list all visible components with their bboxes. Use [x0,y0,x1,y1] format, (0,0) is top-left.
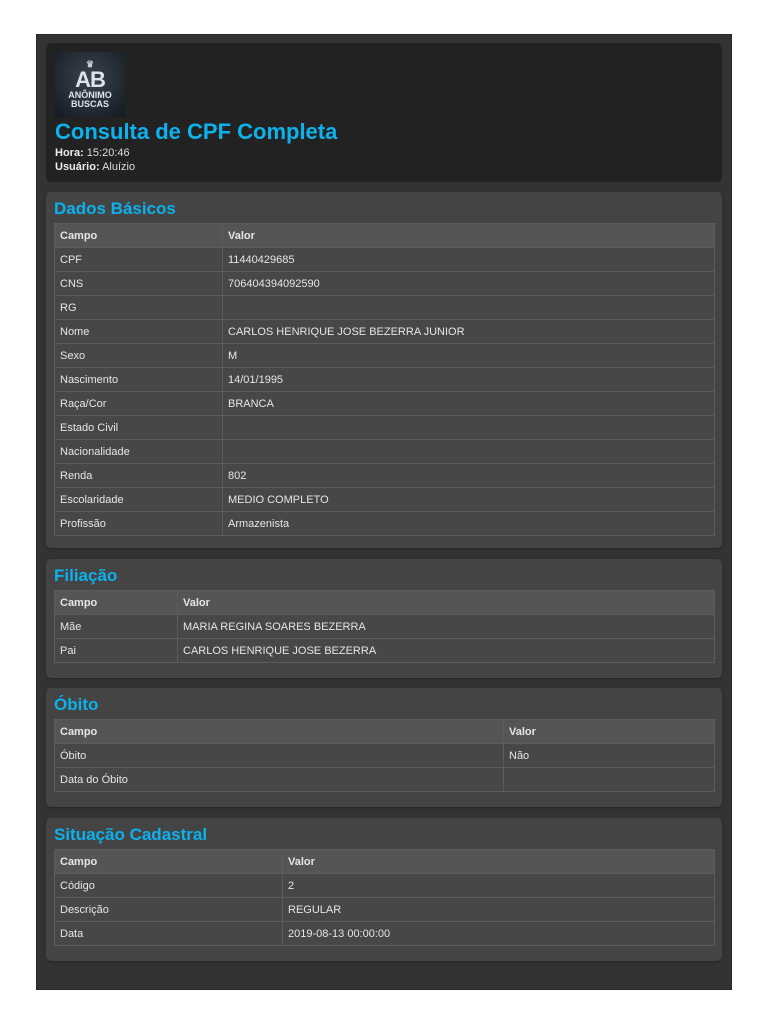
field-cell: Profissão [54,511,223,536]
field-cell: Mãe [54,614,178,639]
user-row: Usuário: Aluízio [55,161,135,173]
field-cell: Pai [54,638,178,663]
column-header: Valor [222,223,715,248]
column-header: Campo [54,849,283,874]
column-header: Campo [54,223,223,248]
logo-monogram: AB [75,67,106,92]
page-title: Consulta de CPF Completa [55,119,338,144]
table-row: Código 2 [54,873,715,898]
obito-table: Campo Valor Óbito Não Data do Óbito [54,719,715,792]
field-cell: Descrição [54,897,283,922]
column-header: Valor [282,849,715,874]
section-title: Dados Básicos [54,199,176,218]
report-page: ♛ AB ANÔNIMO BUSCAS Consulta de CPF Comp… [36,34,732,990]
table-header-row: Campo Valor [54,223,715,248]
value-cell: 802 [222,463,715,488]
user-label: Usuário: [55,161,100,173]
time-row: Hora: 15:20:46 [55,147,130,159]
field-cell: Código [54,873,283,898]
column-header: Valor [503,719,715,744]
value-cell: 11440429685 [222,247,715,272]
section-title: Filiação [54,566,118,585]
value-cell: 14/01/1995 [222,367,715,392]
field-cell: Estado Civil [54,415,223,440]
section-situacao-cadastral: Situação Cadastral Campo Valor Código 2 Descr… [46,818,722,961]
section-obito: Óbito Campo Valor Óbito Não Data do Óbito [46,688,722,807]
time-value: 15:20:46 [86,147,130,159]
value-cell: MARIA REGINA SOARES BEZERRA [177,614,715,639]
field-cell: Nascimento [54,367,223,392]
dados-basicos-table: Campo Valor CPF 11440429685 CNS 7064043940925… [54,223,715,536]
value-cell: CARLOS HENRIQUE JOSE BEZERRA JUNIOR [222,319,715,344]
anonimo-buscas-logo: ♛ AB ANÔNIMO BUSCAS [55,52,125,117]
table-row: Renda 802 [54,463,715,488]
table-row: Data do Óbito [54,767,715,792]
field-cell: Data do Óbito [54,767,504,792]
field-cell: Óbito [54,743,504,768]
table-row: Escolaridade MEDIO COMPLETO [54,487,715,512]
table-row: Profissão Armazenista [54,511,715,536]
value-cell: REGULAR [282,897,715,922]
table-header-row: Campo Valor [54,719,715,744]
table-row: Sexo M [54,343,715,368]
value-cell: Não [503,743,715,768]
value-cell [222,295,715,320]
table-row: Nascimento 14/01/1995 [54,367,715,392]
field-cell: Data [54,921,283,946]
table-row: Nome CARLOS HENRIQUE JOSE BEZERRA JUNIOR [54,319,715,344]
field-cell: Nome [54,319,223,344]
time-label: Hora: [55,147,84,159]
field-cell: CPF [54,247,223,272]
field-cell: Raça/Cor [54,391,223,416]
value-cell: CARLOS HENRIQUE JOSE BEZERRA [177,638,715,663]
table-row: Descrição REGULAR [54,897,715,922]
field-cell: Escolaridade [54,487,223,512]
filiacao-table: Campo Valor Mãe MARIA REGINA SOARES BEZERRA… [54,590,715,663]
table-row: CPF 11440429685 [54,247,715,272]
table-row: Raça/Cor BRANCA [54,391,715,416]
section-dados-basicos: Dados Básicos Campo Valor CPF 11440429685 CNS… [46,192,722,548]
table-row: Mãe MARIA REGINA SOARES BEZERRA [54,614,715,639]
value-cell [503,767,715,792]
column-header: Campo [54,719,504,744]
section-title: Óbito [54,695,99,714]
table-row: Pai CARLOS HENRIQUE JOSE BEZERRA [54,638,715,663]
value-cell: 2019-08-13 00:00:00 [282,921,715,946]
column-header: Campo [54,590,178,615]
value-cell: BRANCA [222,391,715,416]
section-title: Situação Cadastral [54,825,208,844]
field-cell: Nacionalidade [54,439,223,464]
value-cell: M [222,343,715,368]
report-header: ♛ AB ANÔNIMO BUSCAS Consulta de CPF Comp… [46,43,722,182]
field-cell: Sexo [54,343,223,368]
value-cell: 2 [282,873,715,898]
value-cell [222,415,715,440]
table-row: Óbito Não [54,743,715,768]
value-cell [222,439,715,464]
value-cell: 706404394092590 [222,271,715,296]
column-header: Valor [177,590,715,615]
user-value: Aluízio [102,161,136,173]
table-row: RG [54,295,715,320]
table-row: CNS 706404394092590 [54,271,715,296]
field-cell: CNS [54,271,223,296]
table-row: Data 2019-08-13 00:00:00 [54,921,715,946]
field-cell: RG [54,295,223,320]
value-cell: Armazenista [222,511,715,536]
table-row: Nacionalidade [54,439,715,464]
table-row: Estado Civil [54,415,715,440]
section-filiacao: Filiação Campo Valor Mãe MARIA REGINA SOARES… [46,559,722,678]
value-cell: MEDIO COMPLETO [222,487,715,512]
logo-line-2: BUSCAS [70,99,109,109]
table-header-row: Campo Valor [54,590,715,615]
situacao-cadastral-table: Campo Valor Código 2 Descrição REGULAR Data 201… [54,849,715,946]
table-header-row: Campo Valor [54,849,715,874]
field-cell: Renda [54,463,223,488]
